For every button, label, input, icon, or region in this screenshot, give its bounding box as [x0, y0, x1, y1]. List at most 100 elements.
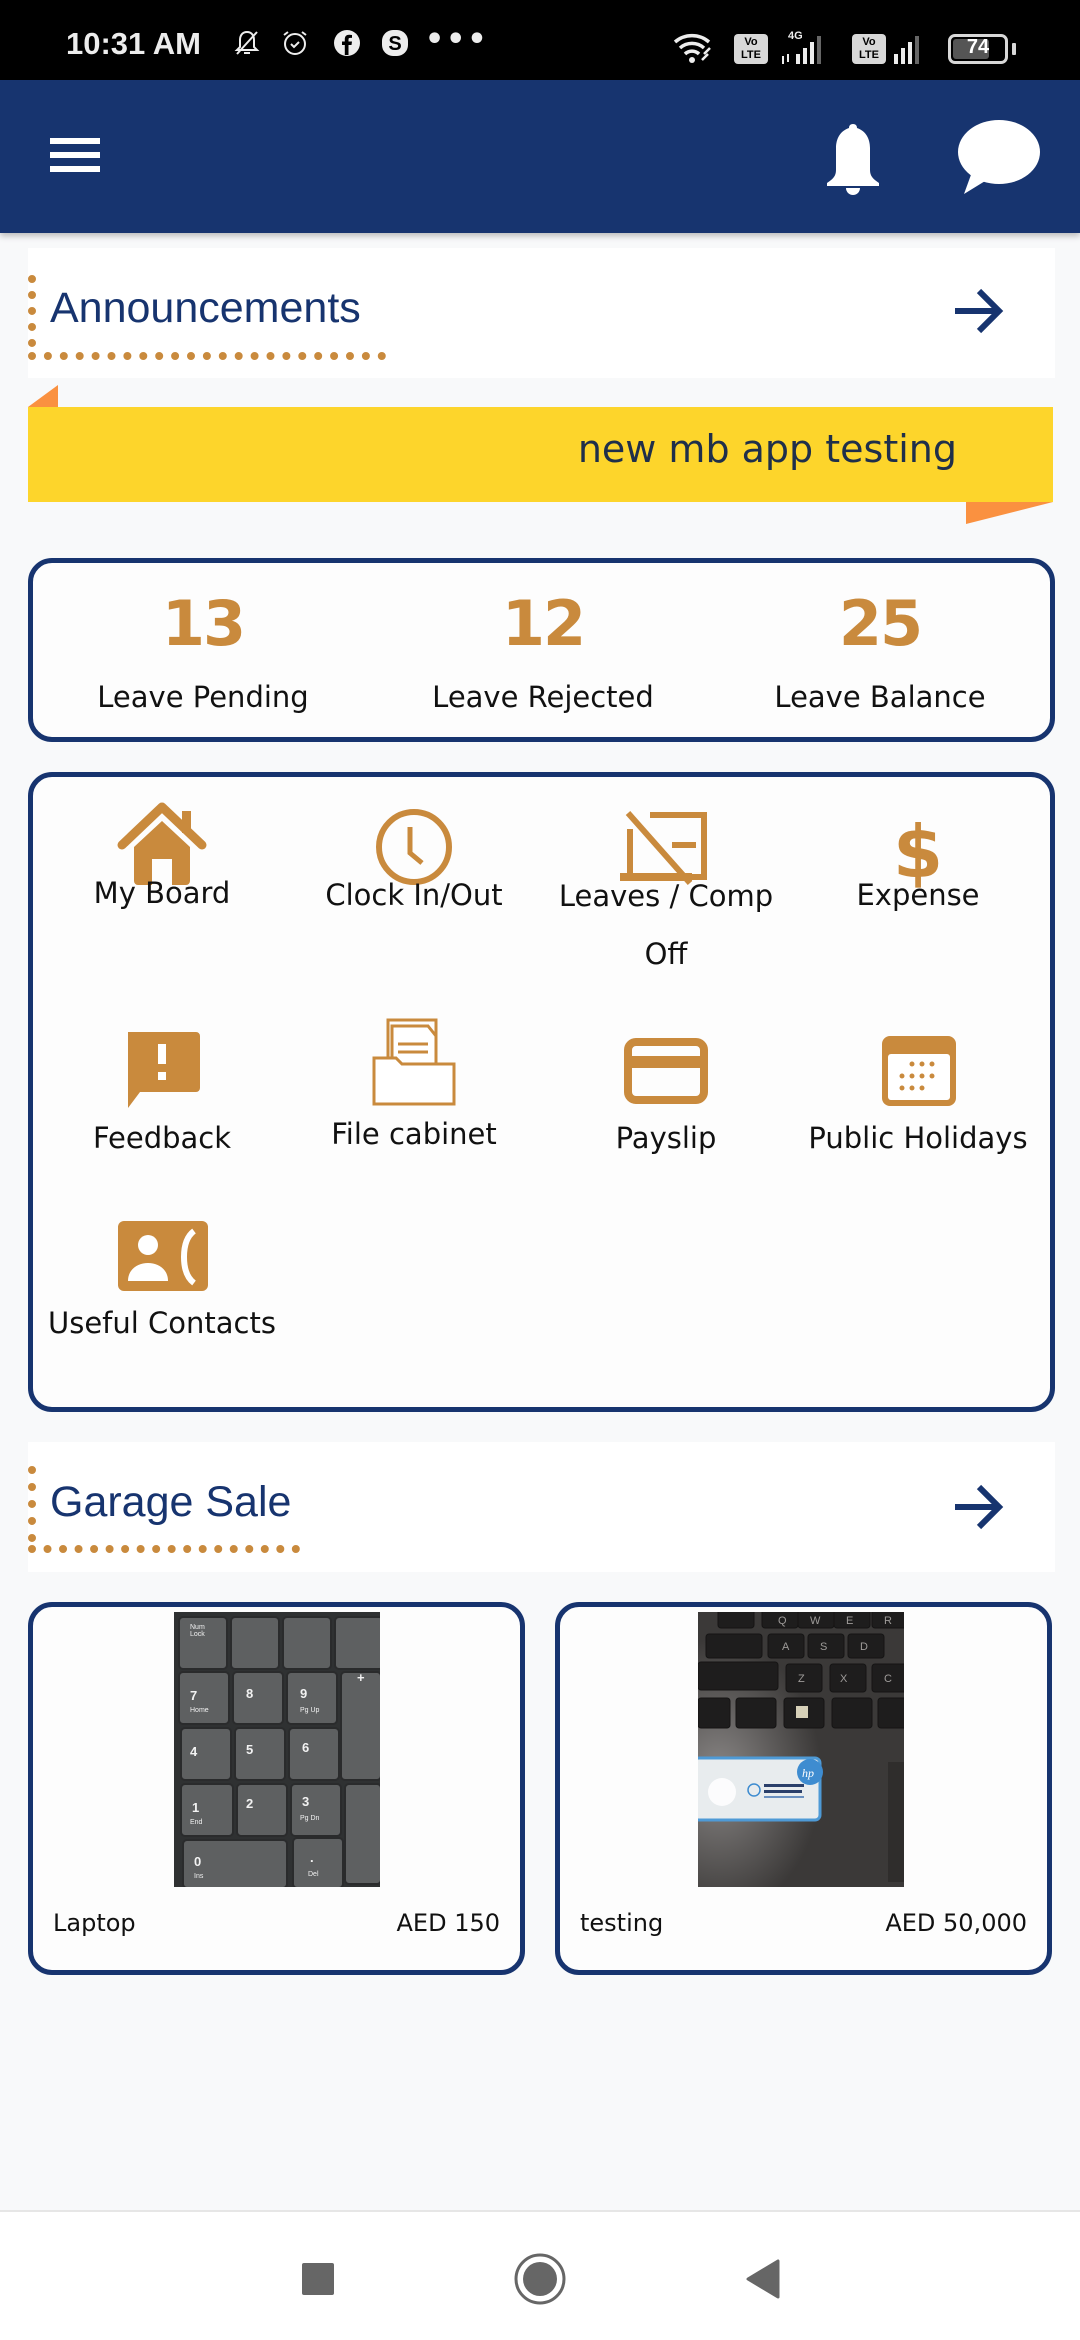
- svg-text:End: End: [190, 1819, 203, 1826]
- app-bar: [0, 80, 1080, 233]
- leave-stats-card: 13 Leave Pending 12 Leave Rejected 25 Le…: [28, 558, 1055, 742]
- svg-text:5: 5: [246, 1742, 253, 1757]
- svg-text:hp: hp: [802, 1766, 814, 1780]
- numeric-keypad-photo: 7 8 9 4 5 6 1 2 3 0 . + Home Pg Up End Pg Dn Ins Del Nu…: [174, 1612, 380, 1887]
- svg-text:X: X: [840, 1673, 848, 1685]
- svg-text:7: 7: [190, 1688, 197, 1703]
- menu-item-expense[interactable]: $ Expense: [792, 777, 1044, 1007]
- product-card[interactable]: 7 8 9 4 5 6 1 2 3 0. + Home Pg Up End Pg Dn Ins Del Nu…: [28, 1602, 525, 1975]
- signal-icon: [894, 36, 919, 64]
- garage-sale-arrow-icon[interactable]: [953, 1482, 1005, 1532]
- menu-label: Clock In/Out: [325, 878, 503, 912]
- battery-tip: [1012, 43, 1016, 55]
- menu-label: File cabinet: [331, 1117, 497, 1151]
- svg-text:D: D: [860, 1641, 868, 1653]
- product-image-keypad: 7 8 9 4 5 6 1 2 3 0. + Home Pg Up End Pg Dn Ins Del Nu…: [174, 1612, 380, 1887]
- stat-value: 25: [838, 587, 923, 660]
- menu-item-useful-contacts[interactable]: Useful Contacts: [36, 1207, 288, 1437]
- svg-text:2: 2: [246, 1796, 253, 1811]
- hamburger-menu-button[interactable]: [50, 138, 102, 174]
- announcement-text: new mb app testing: [577, 427, 957, 471]
- menu-item-file-cabinet[interactable]: File cabinet: [288, 1018, 540, 1252]
- svg-text:Pg Up: Pg Up: [300, 1707, 320, 1714]
- announcements-header: Announcements: [28, 248, 1055, 378]
- svg-text:+: +: [357, 1670, 365, 1685]
- menu-item-clock-in-out[interactable]: Clock In/Out: [288, 777, 540, 1007]
- home-circle-icon[interactable]: [514, 2253, 566, 2305]
- svg-text:Z: Z: [798, 1673, 805, 1685]
- back-triangle-icon[interactable]: [740, 2257, 784, 2301]
- stat-value: 13: [161, 587, 246, 660]
- volte-icon-2: Vo LTE: [852, 34, 886, 64]
- announcements-title: Announcements: [50, 284, 361, 332]
- svg-text:9: 9: [300, 1686, 307, 1701]
- skype-icon: S: [382, 30, 408, 56]
- svg-text:3: 3: [302, 1794, 309, 1809]
- svg-text:Num: Num: [190, 1624, 205, 1631]
- svg-text:4: 4: [190, 1744, 198, 1759]
- alarm-icon: [283, 31, 307, 55]
- menu-label: Payslip: [615, 1121, 717, 1155]
- svg-text:Ins: Ins: [194, 1873, 204, 1880]
- svg-text:Del: Del: [308, 1871, 319, 1878]
- svg-text:C: C: [884, 1673, 892, 1685]
- announcement-banner[interactable]: new mb app testing: [28, 407, 1053, 502]
- bell-off-icon: [234, 30, 260, 55]
- feedback-icon: [128, 1032, 200, 1108]
- contact-phone-icon: [118, 1221, 208, 1291]
- announcements-arrow-icon[interactable]: [953, 286, 1005, 336]
- stat-label: Leave Rejected: [432, 680, 654, 714]
- svg-text:A: A: [782, 1641, 790, 1653]
- menu-item-public-holidays[interactable]: Public Holidays: [792, 1022, 1044, 1252]
- garage-sale-title: Garage Sale: [50, 1478, 292, 1526]
- notifications-bell-icon[interactable]: [818, 118, 888, 200]
- dotted-left-decoration: [28, 275, 36, 347]
- menu-item-payslip[interactable]: Payslip: [540, 1022, 792, 1252]
- laptop-keyboard-photo: Q W E R A S D Z X C hp: [698, 1612, 904, 1887]
- signal-4g-icon: 4G: [782, 30, 821, 64]
- stat-label: Leave Balance: [774, 680, 986, 714]
- recents-square-icon[interactable]: [296, 2257, 340, 2301]
- svg-text:Pg Dn: Pg Dn: [300, 1815, 320, 1822]
- stat-value: 12: [501, 587, 586, 660]
- dotted-left-decoration: [28, 1466, 36, 1542]
- product-name: testing: [580, 1909, 664, 1937]
- network-type-label: 4G: [788, 30, 803, 42]
- hamburger-line: [50, 166, 100, 172]
- banner-fold-top-left: [28, 385, 58, 407]
- battery-level: 74: [966, 36, 990, 58]
- svg-text:1: 1: [192, 1800, 199, 1815]
- battery-icon: 74: [948, 34, 1008, 64]
- menu-label: Expense: [856, 878, 980, 912]
- calendar-icon: [882, 1036, 956, 1106]
- svg-text:S: S: [820, 1641, 827, 1653]
- dotted-bottom-decoration: [28, 352, 386, 360]
- menu-label: Useful Contacts: [48, 1306, 276, 1340]
- menu-label: Feedback: [92, 1121, 232, 1155]
- stat-label: Leave Pending: [97, 680, 309, 714]
- menu-item-my-board[interactable]: My Board: [36, 777, 288, 1007]
- svg-text:Q: Q: [778, 1615, 787, 1627]
- product-price: AED 150: [396, 1909, 501, 1937]
- svg-text:E: E: [846, 1615, 853, 1627]
- menu-item-leaves-comp-off[interactable]: Leaves / Comp Off: [540, 777, 792, 1007]
- garage-sale-header: Garage Sale: [28, 1442, 1055, 1572]
- svg-text:Lock: Lock: [190, 1631, 205, 1638]
- menu-label: Public Holidays: [808, 1121, 1028, 1155]
- product-card[interactable]: Q W E R A S D Z X C hp testing AED 50,000: [555, 1602, 1052, 1975]
- messages-chat-icon[interactable]: [952, 116, 1042, 200]
- product-price: AED 50,000: [885, 1909, 1027, 1937]
- svg-text:Home: Home: [190, 1707, 209, 1714]
- dotted-bottom-decoration: [28, 1545, 300, 1553]
- menu-label: My Board: [93, 876, 231, 910]
- credit-card-icon: [624, 1038, 708, 1104]
- wifi-icon: [673, 34, 711, 63]
- status-bar: 10:31 AM S ••• Vo LTE 4G Vo LTE 74: [0, 0, 1080, 80]
- system-navigation-bar: [0, 2210, 1080, 2340]
- banner-fold-bottom-right: [966, 502, 1053, 524]
- more-notifications-indicator: •••: [425, 22, 489, 57]
- hamburger-line: [50, 138, 100, 144]
- svg-text:.: .: [310, 1850, 314, 1865]
- svg-text:S: S: [388, 33, 401, 55]
- svg-text:6: 6: [302, 1740, 309, 1755]
